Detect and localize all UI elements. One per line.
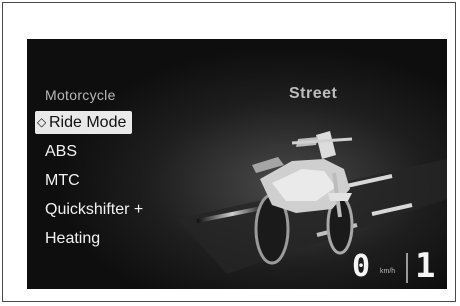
menu-item-label: Quickshifter + (45, 201, 144, 218)
menu-item-label: Ride Mode (49, 114, 127, 131)
motorcycle-illustration (252, 131, 354, 265)
menu-item-abs[interactable]: ABS (35, 140, 149, 163)
menu-item-label: ABS (45, 143, 78, 160)
menu-item-quickshifter[interactable]: Quickshifter + (35, 198, 149, 221)
menu-item-ride-mode[interactable]: ◇ Ride Mode (35, 111, 133, 134)
caret-icon: ◇ (37, 115, 47, 129)
readout-divider (406, 253, 408, 283)
menu-title: Motorcycle (45, 87, 116, 103)
menu-item-label: MTC (45, 172, 80, 189)
speed-readout: 0 (352, 249, 371, 284)
menu-item-mtc[interactable]: MTC (35, 169, 149, 192)
menu-item-label: Heating (45, 230, 101, 247)
settings-menu: ◇ Ride Mode ABS MTC Quickshifter + Heati… (35, 111, 149, 256)
gear-indicator: 1 (415, 246, 436, 286)
ride-mode-value: Street (289, 85, 338, 102)
dashboard-screen: Motorcycle Street ◇ Ride Mode ABS MTC Qu… (27, 39, 447, 289)
menu-item-heating[interactable]: Heating (35, 227, 149, 250)
figure-frame: Motorcycle Street ◇ Ride Mode ABS MTC Qu… (2, 2, 456, 302)
speed-unit: km/h (380, 268, 396, 275)
